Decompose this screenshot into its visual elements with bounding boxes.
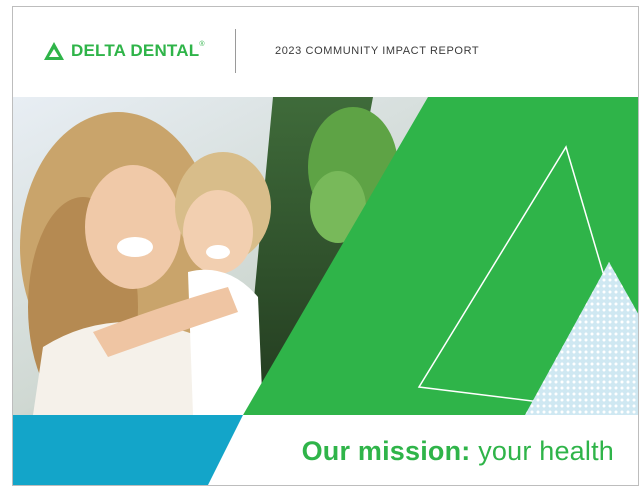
cover-header: DELTA DENTAL® 2023 COMMUNITY IMPACT REPO… — [13, 7, 638, 97]
report-cover: DELTA DENTAL® 2023 COMMUNITY IMPACT REPO… — [12, 6, 639, 486]
header-divider — [235, 29, 236, 73]
tagline-light: your health — [478, 436, 614, 466]
blue-accent-shape — [13, 415, 243, 485]
delta-dental-logo: DELTA DENTAL® — [43, 41, 205, 61]
cover-footer: Our mission: your health — [13, 415, 638, 485]
hero-artwork — [13, 97, 638, 415]
report-title: 2023 COMMUNITY IMPACT REPORT — [275, 45, 480, 57]
delta-triangle-icon — [44, 42, 64, 60]
mission-tagline: Our mission: your health — [302, 436, 614, 467]
tagline-bold: Our mission: — [301, 436, 471, 466]
logo-wordmark: DELTA DENTAL® — [71, 41, 205, 60]
hero-section — [13, 97, 638, 415]
